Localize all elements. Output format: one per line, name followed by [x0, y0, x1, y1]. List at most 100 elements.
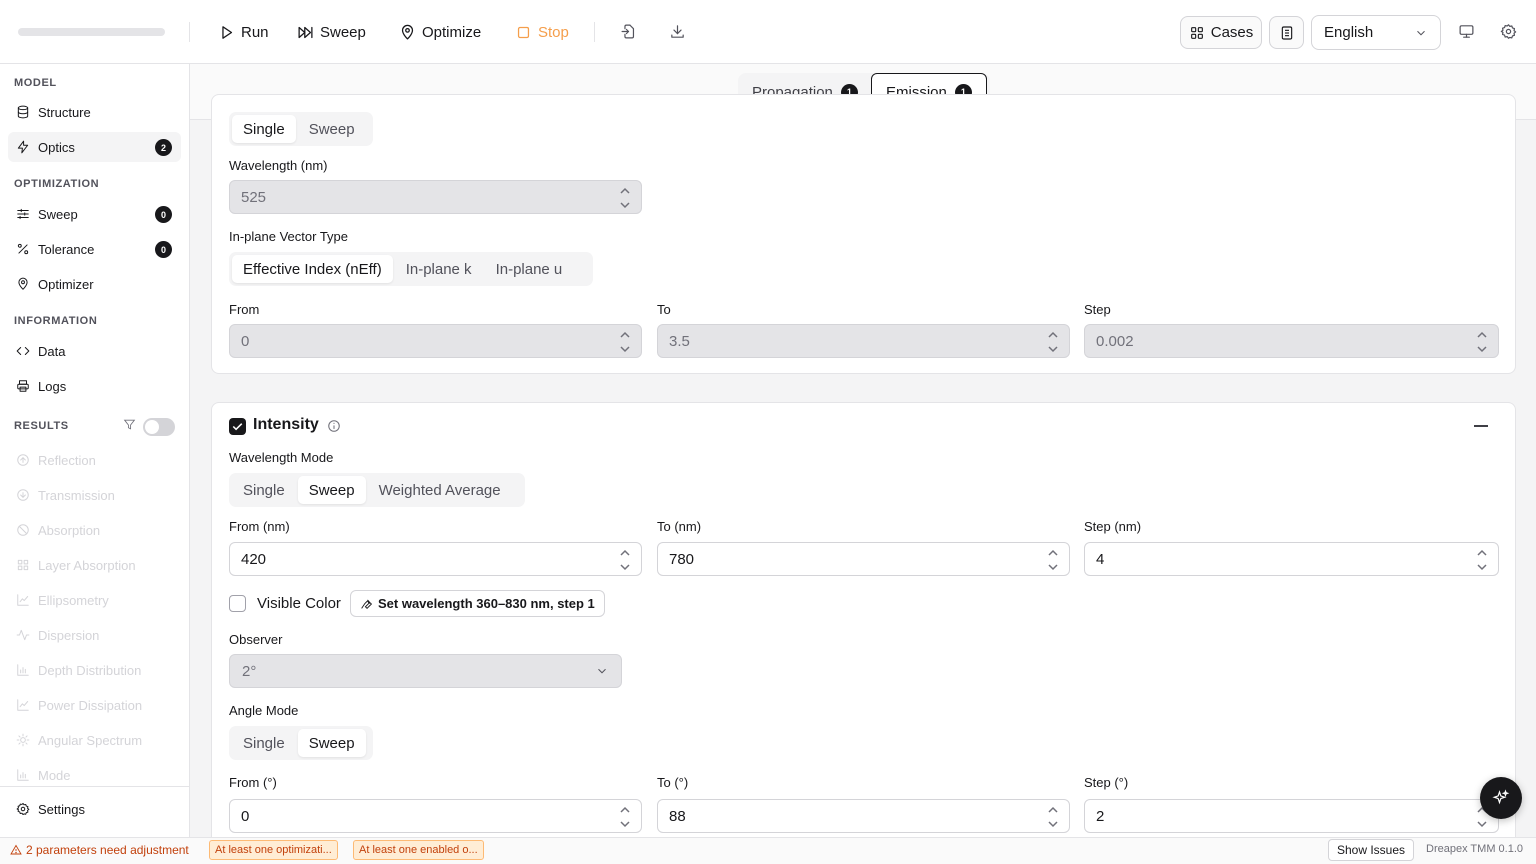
notebook-icon	[1281, 25, 1292, 40]
issue-chip[interactable]: At least one enabled o...	[353, 840, 484, 860]
vector-type-segmented-control: Effective Index (nEff) In-plane k In-pla…	[229, 252, 593, 286]
sidebar-item-optics[interactable]: Optics 2	[8, 132, 181, 162]
stepper-icon[interactable]	[1047, 329, 1059, 355]
top-toolbar: Run Sweep Optimize Stop Cases English	[0, 0, 1536, 64]
set-wavelength-button[interactable]: Set wavelength 360–830 nm, step 1	[350, 590, 605, 617]
sidebar-item-absorption[interactable]: Absorption	[8, 515, 181, 545]
angle-sweep-option[interactable]: Sweep	[297, 729, 366, 757]
to-input[interactable]: 3.5	[657, 324, 1070, 358]
display-button[interactable]	[1455, 20, 1477, 42]
stepper-icon[interactable]	[1047, 547, 1059, 573]
sidebar-item-label: Logs	[38, 378, 67, 394]
warning-text: 2 parameters need adjustment	[26, 843, 189, 857]
gear-icon	[1500, 23, 1516, 39]
from-nm-input[interactable]: 420	[229, 542, 642, 576]
stepper-icon[interactable]	[619, 804, 631, 830]
sidebar-item-logs[interactable]: Logs	[8, 371, 181, 401]
sidebar-item-data[interactable]: Data	[8, 336, 181, 366]
cases-button[interactable]: Cases	[1180, 16, 1262, 49]
intensity-checkbox[interactable]	[229, 418, 246, 435]
stepper-icon[interactable]	[619, 185, 631, 211]
collapse-icon[interactable]	[1474, 425, 1488, 427]
vector-k-option[interactable]: In-plane k	[395, 255, 483, 283]
sidebar-item-structure[interactable]: Structure	[8, 97, 181, 127]
stepper-icon[interactable]	[619, 547, 631, 573]
mode-sweep-option[interactable]: Sweep	[298, 115, 366, 143]
notes-button[interactable]	[1269, 16, 1304, 49]
stepper-icon[interactable]	[1476, 547, 1488, 573]
mode-single-option[interactable]: Single	[232, 115, 296, 143]
info-icon[interactable]	[327, 419, 341, 433]
from-label: From	[229, 302, 260, 317]
angle-step-input[interactable]: 2	[1084, 799, 1499, 833]
sidebar-item-angular-spectrum[interactable]: Angular Spectrum	[8, 725, 181, 755]
sidebar-item-label: Depth Distribution	[38, 662, 142, 678]
sidebar-item-optimizer[interactable]: Optimizer	[8, 269, 181, 299]
from-nm-label: From (nm)	[229, 519, 290, 534]
visible-color-checkbox[interactable]	[229, 595, 246, 612]
download-button[interactable]	[666, 20, 688, 42]
sidebar-item-label: Mode	[38, 767, 71, 783]
sidebar-item-tolerance[interactable]: Tolerance 0	[8, 234, 181, 264]
sidebar-item-ellipsometry[interactable]: Ellipsometry	[8, 585, 181, 615]
sweep-button[interactable]: Sweep	[297, 20, 366, 44]
wavelength-mode-label: Wavelength Mode	[229, 450, 334, 465]
sidebar-item-transmission[interactable]: Transmission	[8, 480, 181, 510]
sidebar-item-label: Power Dissipation	[38, 697, 143, 713]
settings-button[interactable]	[1497, 20, 1519, 42]
sidebar-item-label: Optimizer	[38, 276, 94, 292]
angle-from-input[interactable]: 0	[229, 799, 642, 833]
angle-single-option[interactable]: Single	[232, 729, 296, 757]
wl-single-option[interactable]: Single	[232, 476, 296, 504]
from-input[interactable]: 0	[229, 324, 642, 358]
warning-summary[interactable]: 2 parameters need adjustment	[10, 843, 189, 857]
language-select[interactable]: English	[1311, 15, 1441, 50]
chevron-down-icon	[1417, 30, 1425, 35]
map-pin-icon	[401, 24, 414, 40]
version-label: Dreapex TMM 0.1.0	[1426, 843, 1524, 855]
vector-u-option[interactable]: In-plane u	[485, 255, 574, 283]
step-nm-value: 4	[1096, 550, 1105, 568]
sidebar-item-reflection[interactable]: Reflection	[8, 445, 181, 475]
wavelength-mode-segmented-control: Single Sweep Weighted Average	[229, 473, 525, 507]
database-icon	[17, 105, 29, 119]
optimize-button[interactable]: Optimize	[399, 20, 481, 44]
stepper-icon[interactable]	[619, 329, 631, 355]
visible-color-label: Visible Color	[257, 595, 341, 612]
import-button[interactable]	[617, 20, 639, 42]
step-input[interactable]: 0.002	[1084, 324, 1499, 358]
sweep-label: Sweep	[320, 23, 366, 41]
check-icon	[232, 423, 243, 431]
issue-chip[interactable]: At least one optimizati...	[209, 840, 338, 860]
step-nm-input[interactable]: 4	[1084, 542, 1499, 576]
sidebar-item-label: Ellipsometry	[38, 592, 109, 608]
vector-neff-option[interactable]: Effective Index (nEff)	[232, 255, 393, 283]
stepper-icon[interactable]	[1047, 804, 1059, 830]
sun-icon	[16, 733, 30, 747]
results-filter-button[interactable]	[123, 418, 137, 432]
sidebar-item-sweep[interactable]: Sweep 0	[8, 199, 181, 229]
observer-select[interactable]: 2°	[229, 654, 622, 688]
sliders-icon	[17, 208, 29, 220]
sidebar-item-depth-distribution[interactable]: Depth Distribution	[8, 655, 181, 685]
to-nm-input[interactable]: 780	[657, 542, 1070, 576]
sidebar-item-power-dissipation[interactable]: Power Dissipation	[8, 690, 181, 720]
results-toggle[interactable]	[143, 418, 175, 436]
sidebar-item-settings[interactable]: Settings	[8, 794, 181, 824]
angle-to-input[interactable]: 88	[657, 799, 1070, 833]
run-button[interactable]: Run	[218, 20, 269, 44]
sidebar-item-layer-absorption[interactable]: Layer Absorption	[8, 550, 181, 580]
show-issues-button[interactable]: Show Issues	[1328, 839, 1414, 861]
ai-assistant-button[interactable]	[1480, 777, 1522, 819]
angle-to-value: 88	[669, 807, 686, 825]
stepper-icon[interactable]	[1476, 329, 1488, 355]
file-import-icon	[621, 24, 634, 38]
code-icon	[16, 347, 30, 355]
wl-sweep-option[interactable]: Sweep	[297, 476, 366, 504]
ban-icon	[17, 524, 29, 536]
sidebar-item-dispersion[interactable]: Dispersion	[8, 620, 181, 650]
wavelength-input[interactable]: 525	[229, 180, 642, 214]
wl-weighted-option[interactable]: Weighted Average	[368, 476, 512, 504]
stop-button[interactable]: Stop	[515, 20, 569, 44]
optics-count-badge: 2	[155, 139, 172, 156]
